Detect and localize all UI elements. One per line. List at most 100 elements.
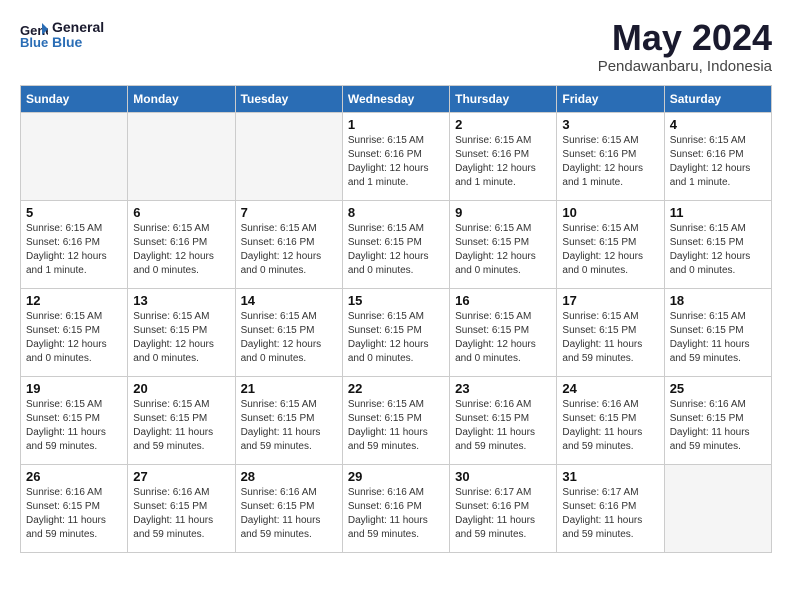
calendar-cell: 1 Sunrise: 6:15 AMSunset: 6:16 PMDaylight… bbox=[342, 113, 449, 201]
day-number: 9 bbox=[455, 205, 551, 220]
calendar-cell: 5 Sunrise: 6:15 AMSunset: 6:16 PMDaylight… bbox=[21, 201, 128, 289]
calendar-cell: 10 Sunrise: 6:15 AMSunset: 6:15 PMDayligh… bbox=[557, 201, 664, 289]
week-row-5: 26 Sunrise: 6:16 AMSunset: 6:15 PMDayligh… bbox=[21, 465, 772, 553]
day-info: Sunrise: 6:15 AMSunset: 6:15 PMDaylight:… bbox=[562, 222, 658, 278]
calendar-cell: 12 Sunrise: 6:15 AMSunset: 6:15 PMDayligh… bbox=[21, 289, 128, 377]
day-number: 1 bbox=[348, 117, 444, 132]
week-row-3: 12 Sunrise: 6:15 AMSunset: 6:15 PMDayligh… bbox=[21, 289, 772, 377]
day-info: Sunrise: 6:15 AMSunset: 6:16 PMDaylight:… bbox=[455, 134, 551, 190]
day-number: 8 bbox=[348, 205, 444, 220]
weekday-header-tuesday: Tuesday bbox=[235, 86, 342, 113]
calendar-cell bbox=[128, 113, 235, 201]
day-number: 29 bbox=[348, 469, 444, 484]
day-info: Sunrise: 6:15 AMSunset: 6:16 PMDaylight:… bbox=[670, 134, 766, 190]
calendar-cell bbox=[21, 113, 128, 201]
month-title: May 2024 bbox=[598, 20, 772, 56]
day-info: Sunrise: 6:16 AMSunset: 6:15 PMDaylight:… bbox=[455, 398, 551, 454]
day-info: Sunrise: 6:15 AMSunset: 6:16 PMDaylight:… bbox=[562, 134, 658, 190]
day-number: 21 bbox=[241, 381, 337, 396]
day-number: 4 bbox=[670, 117, 766, 132]
calendar-cell: 30 Sunrise: 6:17 AMSunset: 6:16 PMDayligh… bbox=[450, 465, 557, 553]
calendar-cell: 25Sunrise: 6:16 AMSunset: 6:15 PMDayligh… bbox=[664, 377, 771, 465]
calendar-cell: 22Sunrise: 6:15 AMSunset: 6:15 PMDayligh… bbox=[342, 377, 449, 465]
day-info: Sunrise: 6:15 AMSunset: 6:15 PMDaylight:… bbox=[133, 310, 229, 366]
day-number: 24 bbox=[562, 381, 658, 396]
calendar-cell: 2 Sunrise: 6:15 AMSunset: 6:16 PMDaylight… bbox=[450, 113, 557, 201]
logo-line2: Blue bbox=[52, 35, 104, 50]
day-number: 30 bbox=[455, 469, 551, 484]
day-number: 23 bbox=[455, 381, 551, 396]
day-info: Sunrise: 6:15 AMSunset: 6:15 PMDaylight:… bbox=[133, 398, 229, 454]
day-info: Sunrise: 6:15 AMSunset: 6:16 PMDaylight:… bbox=[133, 222, 229, 278]
calendar-cell: 17Sunrise: 6:15 AMSunset: 6:15 PMDayligh… bbox=[557, 289, 664, 377]
calendar-cell: 21 Sunrise: 6:15 AMSunset: 6:15 PMDayligh… bbox=[235, 377, 342, 465]
day-number: 28 bbox=[241, 469, 337, 484]
calendar-cell: 6Sunrise: 6:15 AMSunset: 6:16 PMDaylight… bbox=[128, 201, 235, 289]
day-info: Sunrise: 6:15 AMSunset: 6:16 PMDaylight:… bbox=[348, 134, 444, 190]
day-info: Sunrise: 6:17 AMSunset: 6:16 PMDaylight:… bbox=[562, 486, 658, 542]
weekday-header-friday: Friday bbox=[557, 86, 664, 113]
calendar-cell: 24 Sunrise: 6:16 AMSunset: 6:15 PMDayligh… bbox=[557, 377, 664, 465]
day-number: 10 bbox=[562, 205, 658, 220]
day-number: 19 bbox=[26, 381, 122, 396]
day-info: Sunrise: 6:16 AMSunset: 6:15 PMDaylight:… bbox=[26, 486, 122, 542]
logo: General Blue General Blue bbox=[20, 20, 104, 51]
calendar-cell: 11 Sunrise: 6:15 AMSunset: 6:15 PMDayligh… bbox=[664, 201, 771, 289]
weekday-header-row: SundayMondayTuesdayWednesdayThursdayFrid… bbox=[21, 86, 772, 113]
day-info: Sunrise: 6:17 AMSunset: 6:16 PMDaylight:… bbox=[455, 486, 551, 542]
day-info: Sunrise: 6:15 AMSunset: 6:15 PMDaylight:… bbox=[348, 222, 444, 278]
day-info: Sunrise: 6:15 AMSunset: 6:15 PMDaylight:… bbox=[241, 398, 337, 454]
calendar-table: SundayMondayTuesdayWednesdayThursdayFrid… bbox=[20, 85, 772, 553]
logo-icon: General Blue bbox=[20, 21, 48, 49]
calendar-cell: 3Sunrise: 6:15 AMSunset: 6:16 PMDaylight… bbox=[557, 113, 664, 201]
calendar-cell: 4 Sunrise: 6:15 AMSunset: 6:16 PMDaylight… bbox=[664, 113, 771, 201]
calendar-cell: 16 Sunrise: 6:15 AMSunset: 6:15 PMDayligh… bbox=[450, 289, 557, 377]
day-number: 18 bbox=[670, 293, 766, 308]
day-number: 11 bbox=[670, 205, 766, 220]
day-info: Sunrise: 6:16 AMSunset: 6:15 PMDaylight:… bbox=[562, 398, 658, 454]
weekday-header-monday: Monday bbox=[128, 86, 235, 113]
calendar-cell: 13 Sunrise: 6:15 AMSunset: 6:15 PMDayligh… bbox=[128, 289, 235, 377]
day-number: 16 bbox=[455, 293, 551, 308]
calendar-cell: 20Sunrise: 6:15 AMSunset: 6:15 PMDayligh… bbox=[128, 377, 235, 465]
calendar-cell: 14Sunrise: 6:15 AMSunset: 6:15 PMDayligh… bbox=[235, 289, 342, 377]
day-number: 14 bbox=[241, 293, 337, 308]
day-number: 31 bbox=[562, 469, 658, 484]
day-info: Sunrise: 6:16 AMSunset: 6:15 PMDaylight:… bbox=[670, 398, 766, 454]
day-number: 26 bbox=[26, 469, 122, 484]
day-info: Sunrise: 6:16 AMSunset: 6:15 PMDaylight:… bbox=[133, 486, 229, 542]
day-info: Sunrise: 6:15 AMSunset: 6:15 PMDaylight:… bbox=[455, 222, 551, 278]
calendar-cell: 8 Sunrise: 6:15 AMSunset: 6:15 PMDaylight… bbox=[342, 201, 449, 289]
day-number: 13 bbox=[133, 293, 229, 308]
day-info: Sunrise: 6:15 AMSunset: 6:15 PMDaylight:… bbox=[670, 222, 766, 278]
page-header: General Blue General Blue May 2024 Penda… bbox=[20, 20, 772, 75]
week-row-4: 19 Sunrise: 6:15 AMSunset: 6:15 PMDayligh… bbox=[21, 377, 772, 465]
weekday-header-thursday: Thursday bbox=[450, 86, 557, 113]
day-info: Sunrise: 6:16 AMSunset: 6:16 PMDaylight:… bbox=[348, 486, 444, 542]
day-number: 22 bbox=[348, 381, 444, 396]
day-info: Sunrise: 6:15 AMSunset: 6:15 PMDaylight:… bbox=[455, 310, 551, 366]
title-block: May 2024 Pendawanbaru, Indonesia bbox=[598, 20, 772, 75]
calendar-cell: 29 Sunrise: 6:16 AMSunset: 6:16 PMDayligh… bbox=[342, 465, 449, 553]
day-info: Sunrise: 6:15 AMSunset: 6:15 PMDaylight:… bbox=[26, 398, 122, 454]
day-info: Sunrise: 6:16 AMSunset: 6:15 PMDaylight:… bbox=[241, 486, 337, 542]
day-number: 5 bbox=[26, 205, 122, 220]
calendar-cell: 15Sunrise: 6:15 AMSunset: 6:15 PMDayligh… bbox=[342, 289, 449, 377]
calendar-cell: 27 Sunrise: 6:16 AMSunset: 6:15 PMDayligh… bbox=[128, 465, 235, 553]
week-row-1: 1 Sunrise: 6:15 AMSunset: 6:16 PMDaylight… bbox=[21, 113, 772, 201]
week-row-2: 5 Sunrise: 6:15 AMSunset: 6:16 PMDaylight… bbox=[21, 201, 772, 289]
weekday-header-saturday: Saturday bbox=[664, 86, 771, 113]
day-info: Sunrise: 6:15 AMSunset: 6:15 PMDaylight:… bbox=[562, 310, 658, 366]
day-info: Sunrise: 6:15 AMSunset: 6:15 PMDaylight:… bbox=[26, 310, 122, 366]
day-info: Sunrise: 6:15 AMSunset: 6:16 PMDaylight:… bbox=[26, 222, 122, 278]
calendar-cell: 31 Sunrise: 6:17 AMSunset: 6:16 PMDayligh… bbox=[557, 465, 664, 553]
day-number: 2 bbox=[455, 117, 551, 132]
calendar-cell: 26 Sunrise: 6:16 AMSunset: 6:15 PMDayligh… bbox=[21, 465, 128, 553]
calendar-cell bbox=[664, 465, 771, 553]
day-number: 15 bbox=[348, 293, 444, 308]
logo-line1: General bbox=[52, 20, 104, 35]
weekday-header-sunday: Sunday bbox=[21, 86, 128, 113]
day-number: 7 bbox=[241, 205, 337, 220]
day-number: 27 bbox=[133, 469, 229, 484]
day-number: 12 bbox=[26, 293, 122, 308]
